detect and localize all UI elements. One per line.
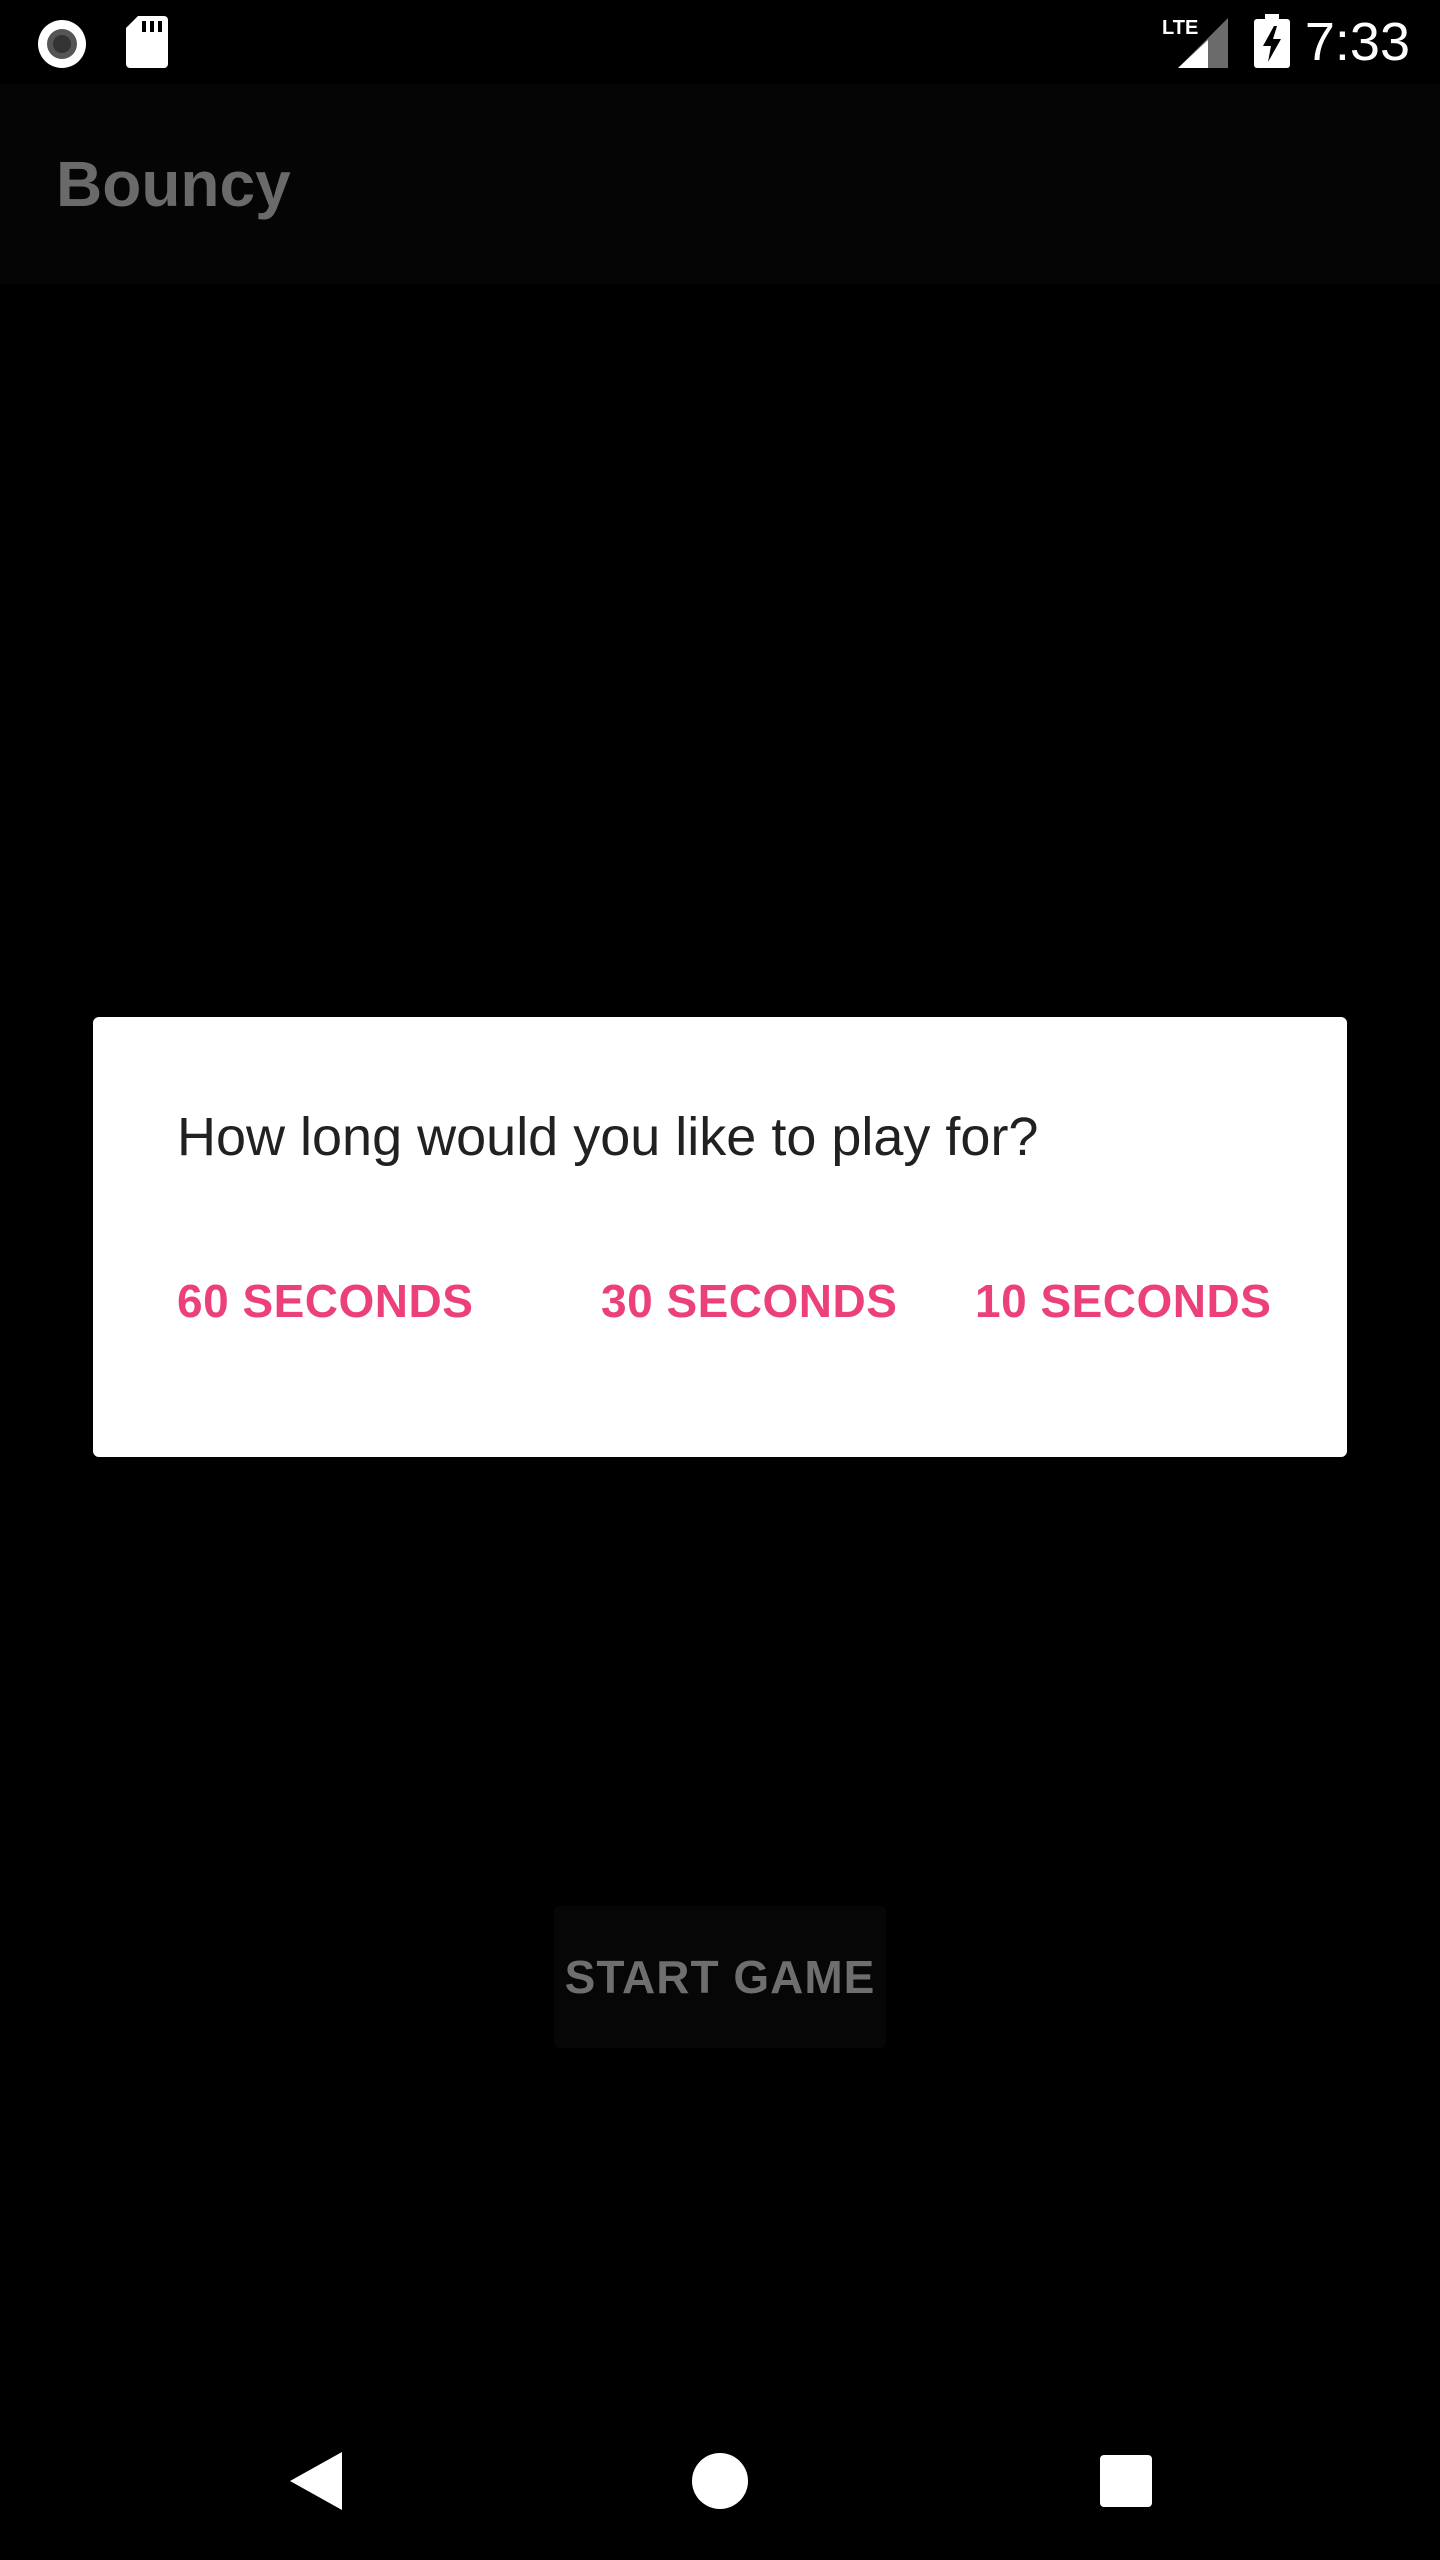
app-title: Bouncy xyxy=(56,148,291,220)
app-bar: Bouncy xyxy=(0,84,1440,284)
dialog-message: How long would you like to play for? xyxy=(177,1107,1039,1167)
status-bar: LTE 7:33 xyxy=(0,0,1440,84)
thirty-seconds-button[interactable]: 30 SECONDS xyxy=(601,1241,897,1361)
recents-icon xyxy=(1076,2455,1176,2533)
record-icon xyxy=(34,16,90,77)
lte-signal-icon: LTE xyxy=(1162,14,1230,75)
svg-text:LTE: LTE xyxy=(1162,17,1198,39)
back-icon xyxy=(266,2452,366,2533)
status-time: 7:33 xyxy=(1304,12,1410,72)
home-icon xyxy=(670,2453,770,2533)
home-button[interactable] xyxy=(670,2430,770,2530)
ten-seconds-button[interactable]: 10 SECONDS xyxy=(975,1241,1271,1361)
navigation-bar xyxy=(0,2390,1440,2560)
sd-card-icon xyxy=(126,16,168,73)
battery-charging-icon xyxy=(1254,14,1290,73)
back-button[interactable] xyxy=(266,2430,366,2530)
recents-button[interactable] xyxy=(1076,2430,1176,2530)
duration-dialog: How long would you like to play for? 60 … xyxy=(93,1017,1347,1457)
sixty-seconds-button[interactable]: 60 SECONDS xyxy=(177,1241,473,1361)
start-game-button[interactable]: START GAME xyxy=(554,1906,886,2048)
